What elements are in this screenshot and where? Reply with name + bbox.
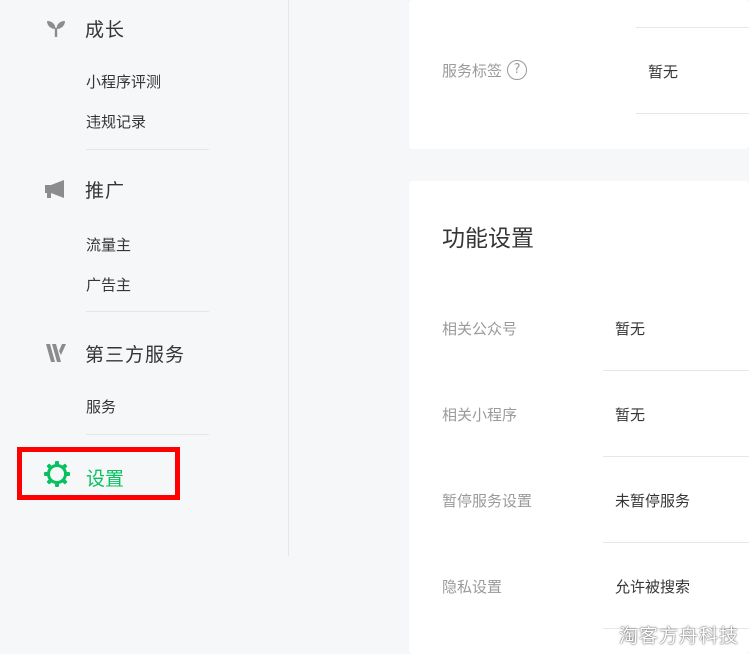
watermark: 淘客方舟科技 bbox=[618, 625, 739, 647]
sprout-icon bbox=[44, 16, 68, 40]
divider bbox=[86, 149, 209, 150]
nav-group-promotion[interactable]: 推广 bbox=[44, 175, 125, 203]
setting-value-privacy: 允许被搜索 bbox=[615, 578, 691, 596]
setting-label-privacy: 隐私设置 bbox=[442, 578, 503, 596]
setting-label-related-official-account: 相关公众号 bbox=[442, 320, 518, 338]
service-info-card: 服务标签? 暂无 bbox=[409, 0, 749, 149]
row-divider bbox=[603, 456, 749, 457]
nav-item-service[interactable]: 服务 bbox=[86, 397, 116, 417]
divider bbox=[86, 311, 209, 312]
gear-icon bbox=[44, 461, 70, 487]
nav-group-label: 第三方服务 bbox=[85, 343, 186, 366]
help-icon[interactable]: ? bbox=[507, 59, 528, 80]
service-tags-label: 服务标签? bbox=[442, 59, 528, 82]
nav-item-advertiser[interactable]: 广告主 bbox=[86, 275, 131, 295]
feature-settings-card: 功能设置 相关公众号 暂无 相关小程序 暂无 暂停服务设置 未暂停服务 隐私设置… bbox=[409, 181, 749, 654]
row-divider bbox=[636, 113, 749, 114]
megaphone-icon bbox=[44, 177, 68, 201]
row-divider bbox=[603, 542, 749, 543]
setting-label-pause-service: 暂停服务设置 bbox=[442, 492, 533, 510]
sidebar-nav: 成长 小程序评测 违规记录 推广 流量主 广告主 第三方服务 服务 设置 bbox=[0, 0, 289, 556]
nav-item-violation-records[interactable]: 违规记录 bbox=[86, 112, 146, 132]
nav-group-third-party[interactable]: 第三方服务 bbox=[44, 339, 185, 367]
setting-value-related-official-account: 暂无 bbox=[615, 320, 646, 338]
nav-item-settings[interactable]: 设置 bbox=[17, 447, 180, 500]
service-tags-value: 暂无 bbox=[648, 63, 679, 81]
setting-value-pause-service: 未暂停服务 bbox=[615, 492, 691, 510]
nav-item-label: 设置 bbox=[86, 468, 125, 490]
third-party-logo-icon bbox=[44, 341, 68, 365]
divider bbox=[86, 434, 209, 435]
setting-label-related-mini-program: 相关小程序 bbox=[442, 406, 518, 424]
row-divider bbox=[636, 27, 749, 28]
section-title: 功能设置 bbox=[442, 226, 534, 252]
nav-group-label: 成长 bbox=[85, 18, 126, 41]
nav-item-mini-program-review[interactable]: 小程序评测 bbox=[86, 72, 161, 92]
nav-item-traffic-owner[interactable]: 流量主 bbox=[86, 235, 131, 255]
nav-group-growth[interactable]: 成长 bbox=[44, 14, 125, 42]
setting-value-related-mini-program: 暂无 bbox=[615, 406, 646, 424]
row-divider bbox=[603, 370, 749, 371]
nav-group-label: 推广 bbox=[85, 179, 126, 202]
